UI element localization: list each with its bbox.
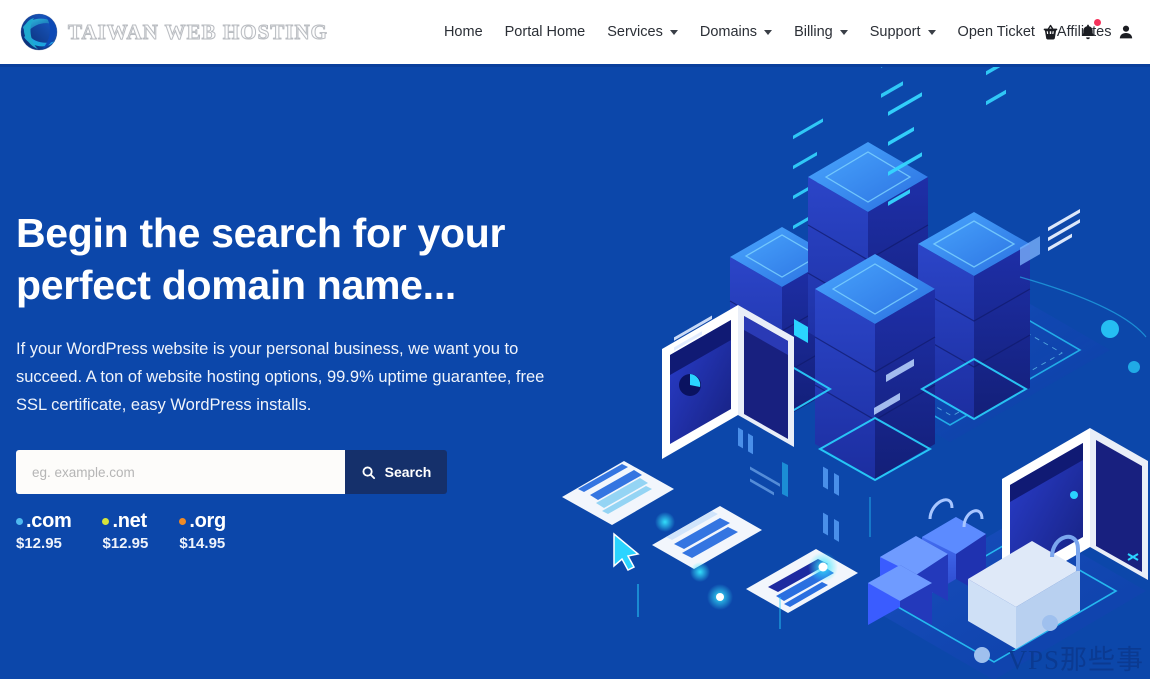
nav-item-services[interactable]: Services	[596, 18, 689, 46]
nav-label: Portal Home	[504, 24, 586, 40]
nav-label: Support	[869, 24, 921, 40]
user-account-icon[interactable]	[1114, 20, 1138, 44]
tld-dot-icon	[102, 518, 110, 525]
isometric-data-center-illustration	[562, 67, 1148, 679]
shopping-basket-icon[interactable]	[1038, 20, 1062, 44]
hero-subtitle: If your WordPress website is your person…	[16, 340, 545, 414]
domain-search-input[interactable]	[16, 450, 345, 494]
nav-label: Services	[607, 24, 663, 40]
nav-item-support[interactable]: Support	[859, 18, 947, 46]
notification-badge	[1094, 19, 1101, 26]
site-header: TAIWAN WEB HOSTING Home Portal Home Serv…	[0, 0, 1150, 64]
hero-title-line-1: Begin the search for your	[16, 210, 506, 256]
search-button-label: Search	[384, 464, 432, 480]
domain-search-button[interactable]: Search	[345, 450, 447, 494]
page-title: Begin the search for your perfect domain…	[16, 207, 616, 311]
header-divider	[0, 64, 1150, 67]
tld-price: $14.95	[179, 535, 226, 552]
chevron-down-icon	[669, 29, 678, 35]
chevron-down-icon	[839, 29, 848, 35]
chevron-down-icon	[927, 29, 936, 35]
tld-price: $12.95	[102, 535, 149, 552]
tld-label: .org	[189, 510, 226, 532]
hero-section: Begin the search for your perfect domain…	[0, 67, 1150, 679]
chevron-down-icon	[764, 29, 773, 35]
notification-bell-icon[interactable]	[1076, 19, 1101, 44]
hero-title-line-2: perfect domain name...	[16, 262, 456, 308]
tld-dot-icon	[16, 518, 23, 525]
nav-label: Billing	[794, 24, 833, 40]
hero-content: Begin the search for your perfect domain…	[16, 207, 616, 552]
tld-item-net[interactable]: .net $12.95	[102, 510, 148, 552]
tld-label: .com	[26, 510, 72, 532]
page-root: TAIWAN WEB HOSTING Home Portal Home Serv…	[0, 0, 1150, 679]
nav-label: Domains	[699, 24, 758, 40]
watermark-text: VPS那些事	[1007, 645, 1144, 675]
domain-search-bar: Search	[16, 450, 447, 494]
nav-item-billing[interactable]: Billing	[783, 18, 859, 46]
tld-name-row: .net	[102, 510, 148, 533]
nav-item-domains[interactable]: Domains	[689, 18, 783, 46]
tld-item-com[interactable]: .com $12.95	[16, 510, 72, 552]
globe-swirl-icon	[20, 13, 58, 51]
nav-label: Open Ticket	[957, 24, 1035, 40]
tld-dot-icon	[179, 518, 187, 525]
brand-logo-link[interactable]: TAIWAN WEB HOSTING	[18, 9, 328, 55]
tld-name-row: .org	[179, 510, 226, 533]
nav-item-portal-home[interactable]: Portal Home	[494, 18, 597, 46]
tld-price-list: .com $12.95 .net $12.95 .org $14.95	[16, 510, 616, 552]
tld-price: $12.95	[16, 535, 62, 552]
header-icon-group	[1038, 0, 1138, 64]
nav-item-open-ticket[interactable]: Open Ticket	[947, 18, 1046, 46]
main-navigation: Home Portal Home Services Domains Billin…	[433, 18, 1123, 46]
nav-item-home[interactable]: Home	[433, 18, 494, 46]
tld-item-org[interactable]: .org $14.95	[179, 510, 226, 552]
brand-name: TAIWAN WEB HOSTING	[68, 19, 328, 44]
tld-label: .net	[112, 510, 147, 532]
tld-name-row: .com	[16, 510, 72, 533]
search-icon	[362, 466, 375, 479]
nav-label: Home	[443, 24, 483, 40]
